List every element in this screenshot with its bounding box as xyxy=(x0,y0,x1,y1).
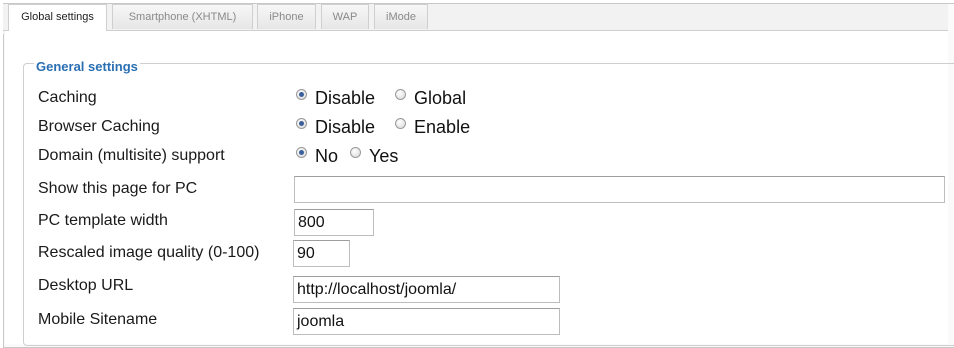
tab-imode[interactable]: iMode xyxy=(374,4,428,29)
section-title: General settings xyxy=(34,59,140,75)
pc-template-width-input[interactable]: 800 xyxy=(294,209,374,236)
tab-smartphone-xhtml[interactable]: Smartphone (XHTML) xyxy=(112,4,253,29)
tab-global-settings[interactable]: Global settings xyxy=(8,4,107,31)
caching-radio-group: Disable Global xyxy=(296,88,486,109)
browser-caching-disable-label[interactable]: Disable xyxy=(315,117,375,138)
browser-caching-enable-radio[interactable] xyxy=(395,118,407,129)
caching-disable-label[interactable]: Disable xyxy=(315,88,375,109)
tab-wap[interactable]: WAP xyxy=(321,4,369,29)
pc-page-input[interactable] xyxy=(294,176,945,203)
browser-caching-radio-group: Disable Enable xyxy=(296,117,490,138)
desktop-url-input[interactable]: http://localhost/joomla/ xyxy=(293,276,560,303)
caching-global-label[interactable]: Global xyxy=(414,88,466,109)
browser-caching-disable-radio[interactable] xyxy=(296,118,307,129)
domain-support-no-label[interactable]: No xyxy=(315,146,338,167)
pc-page-label: Show this page for PC xyxy=(38,180,198,197)
domain-support-label: Domain (multisite) support xyxy=(38,147,225,164)
domain-support-radio-group: No Yes xyxy=(296,146,418,167)
caching-disable-radio[interactable] xyxy=(296,89,307,100)
caching-global-radio[interactable] xyxy=(395,89,407,100)
desktop-url-label: Desktop URL xyxy=(38,277,134,294)
tab-iphone[interactable]: iPhone xyxy=(257,4,316,29)
domain-support-no-radio[interactable] xyxy=(296,147,307,158)
general-settings-group xyxy=(23,63,954,346)
image-quality-label: Rescaled image quality (0-100) xyxy=(38,244,260,261)
browser-caching-label: Browser Caching xyxy=(38,118,160,135)
domain-support-yes-radio[interactable] xyxy=(350,147,362,158)
caching-label: Caching xyxy=(38,89,97,106)
domain-support-yes-label[interactable]: Yes xyxy=(369,146,398,167)
mobile-sitename-label: Mobile Sitename xyxy=(38,311,158,328)
image-quality-input[interactable]: 90 xyxy=(293,240,350,267)
browser-caching-enable-label[interactable]: Enable xyxy=(414,117,470,138)
pc-template-width-label: PC template width xyxy=(38,212,168,229)
mobile-sitename-input[interactable]: joomla xyxy=(293,308,560,335)
